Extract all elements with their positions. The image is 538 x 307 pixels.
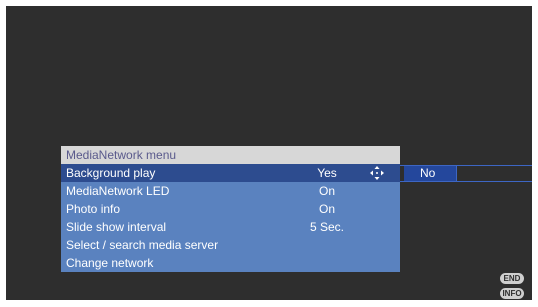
menu-item-label: Change network — [66, 256, 154, 270]
menu-list: Background play Yes MediaNetwork LED On … — [61, 164, 400, 272]
menu-item-label: Slide show interval — [66, 220, 167, 234]
menu-item-value: Yes — [317, 166, 337, 180]
submenu-divider — [456, 166, 457, 181]
menu-item-label: Select / search media server — [66, 238, 219, 252]
four-way-arrows-icon — [369, 164, 385, 182]
menu-item-change-network[interactable]: Change network — [61, 254, 400, 272]
menu-title: MediaNetwork menu — [61, 146, 400, 164]
menu-item-photo-info[interactable]: Photo info On — [61, 200, 400, 218]
menu-item-background-play[interactable]: Background play Yes — [61, 164, 400, 182]
medianetwork-menu: MediaNetwork menu Background play Yes Me… — [61, 146, 400, 272]
menu-item-label: Photo info — [66, 202, 121, 216]
menu-item-label: Background play — [66, 166, 156, 180]
info-key-badge[interactable]: INFO — [500, 288, 524, 299]
menu-item-value: 5 Sec. — [309, 220, 345, 234]
menu-item-value: On — [318, 202, 335, 216]
tv-screen: MediaNetwork menu Background play Yes Me… — [6, 6, 532, 300]
menu-item-medianetwork-led[interactable]: MediaNetwork LED On — [61, 182, 400, 200]
end-key-badge[interactable]: END — [500, 273, 524, 284]
background-play-submenu: No — [400, 165, 532, 182]
menu-item-slide-show-interval[interactable]: Slide show interval 5 Sec. — [61, 218, 400, 236]
menu-item-select-search-media-server[interactable]: Select / search media server — [61, 236, 400, 254]
menu-item-label: MediaNetwork LED — [66, 184, 170, 198]
submenu-option-no[interactable]: No — [404, 166, 456, 181]
menu-item-value: On — [318, 184, 335, 198]
